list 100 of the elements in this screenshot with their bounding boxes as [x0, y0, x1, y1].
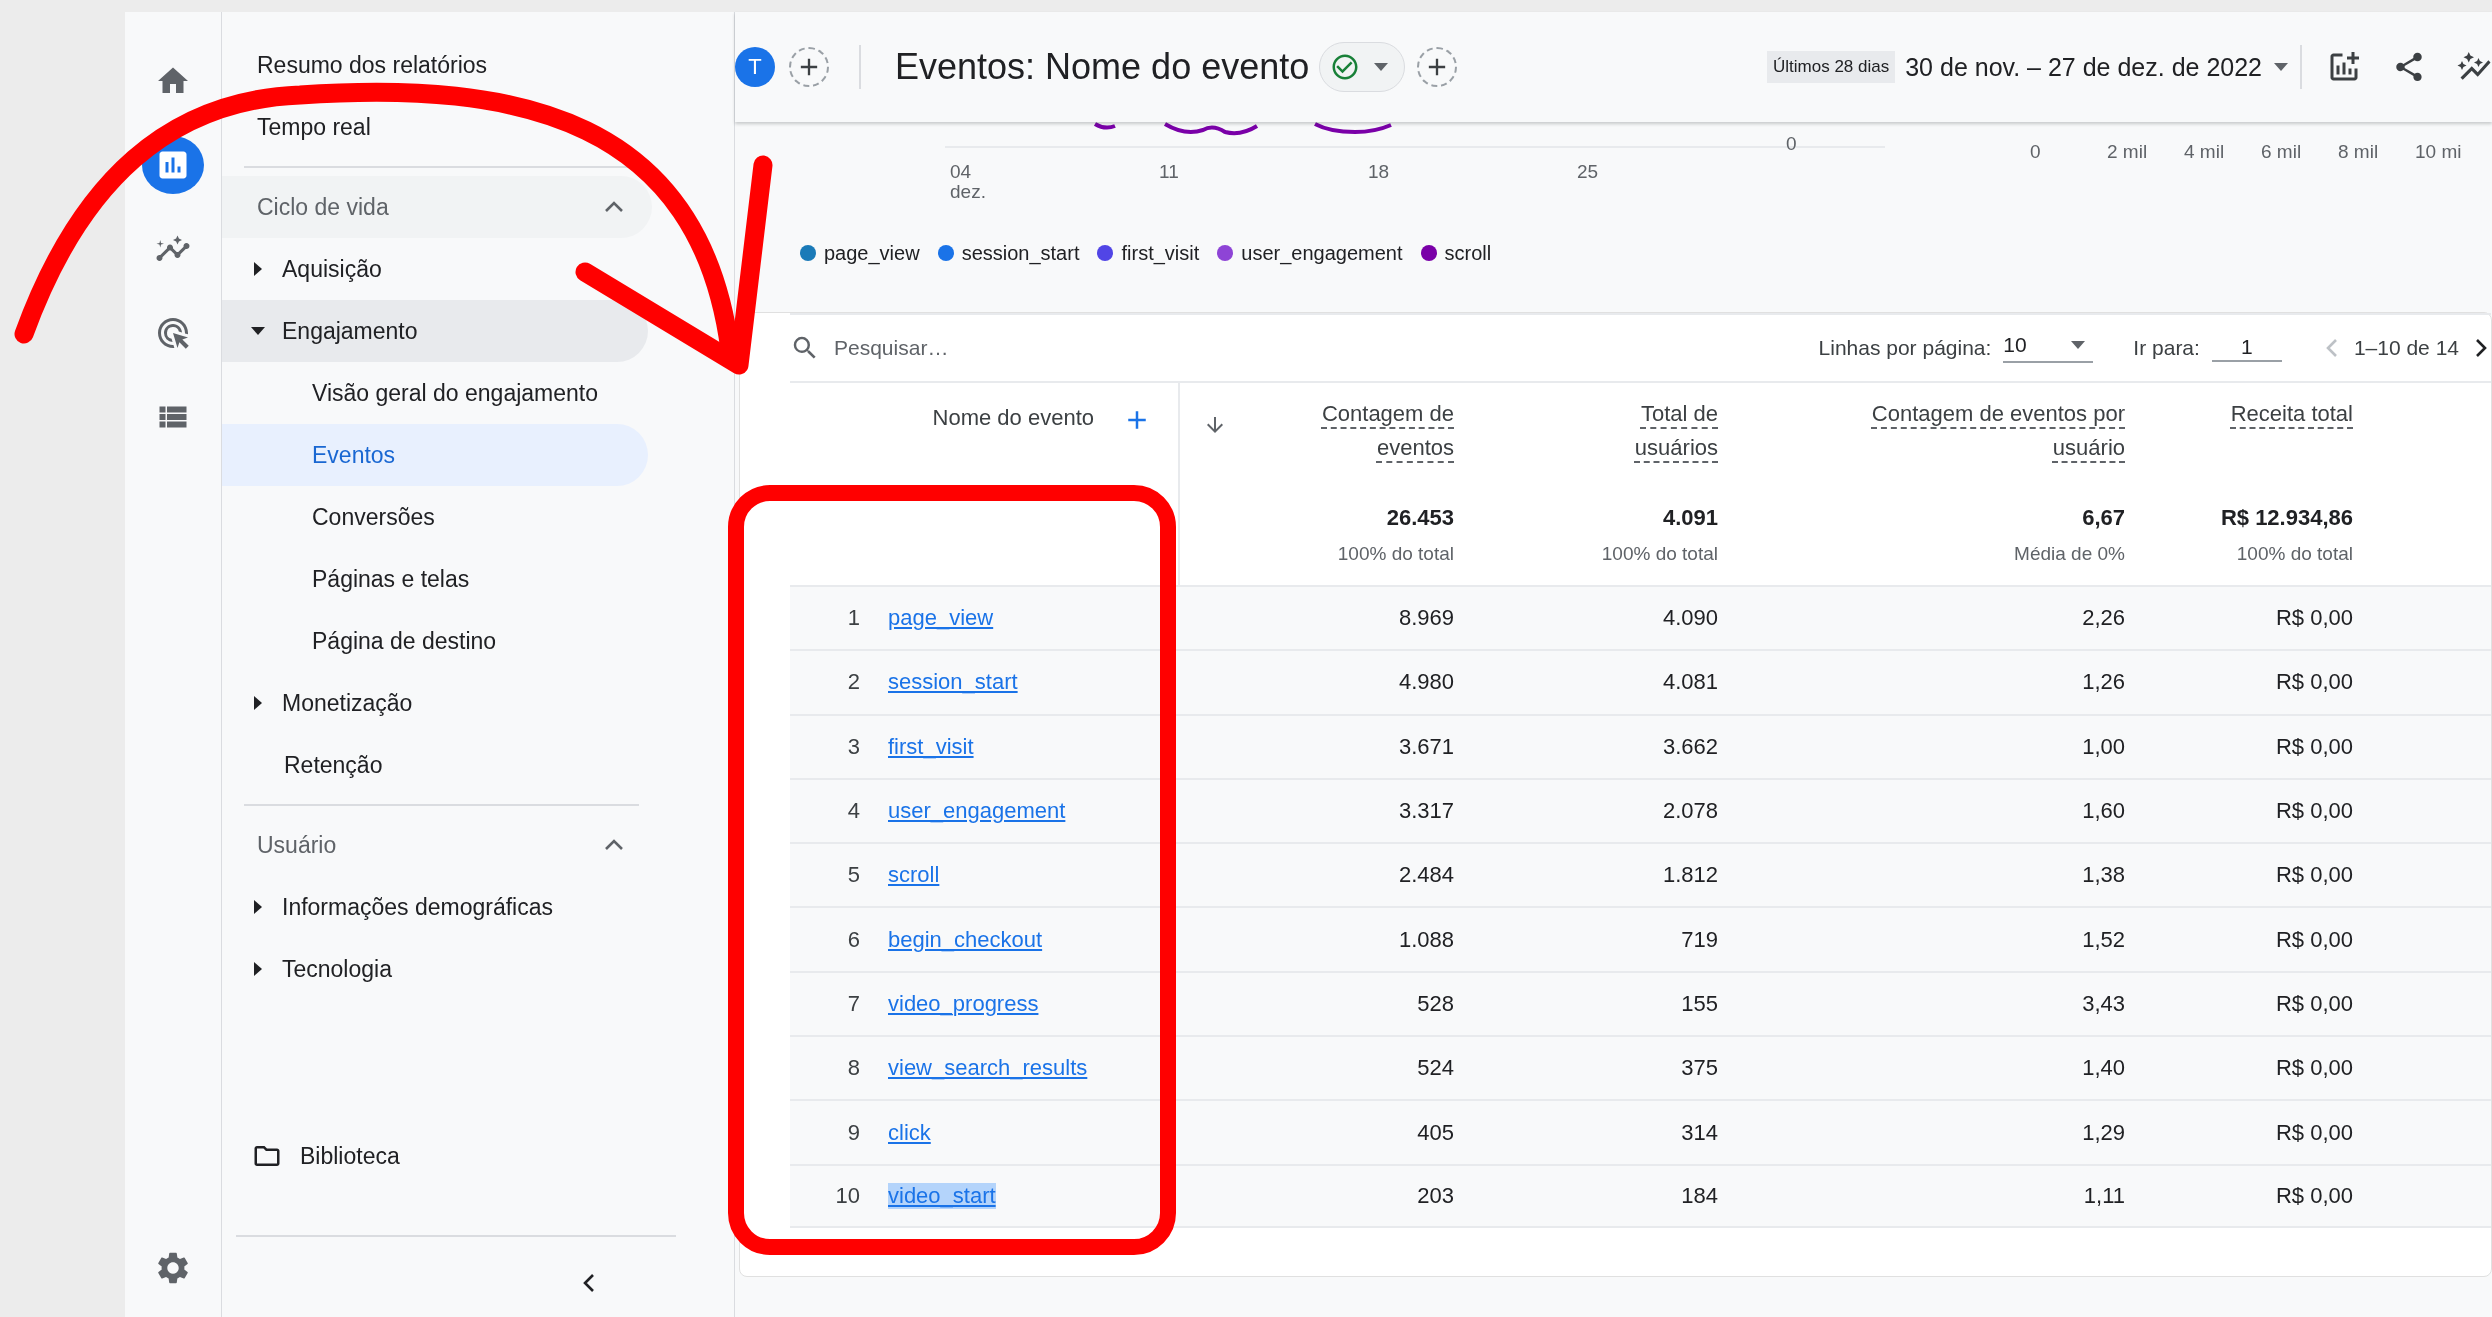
nav-group[interactable]: Tecnologia — [222, 938, 648, 1000]
table-cell-text: 203 — [1416, 1182, 1455, 1209]
table-cell-text: R$ 0,00 — [2274, 862, 2354, 889]
nav-item[interactable]: Páginas e telas — [222, 548, 648, 610]
event-name-link[interactable]: view_search_results — [888, 1055, 1088, 1082]
column-header[interactable]: Contagem de eventos por usuário — [1835, 397, 2125, 466]
library-link[interactable]: Biblioteca — [222, 1125, 734, 1187]
legend-label: scroll — [1444, 241, 1492, 265]
chevron-left-icon — [583, 1273, 595, 1293]
axis-tick-label: 6 mil — [2261, 142, 2302, 162]
table-cell-text: R$ 0,00 — [2274, 1055, 2354, 1082]
table-cell-text: 375 — [1680, 1055, 1719, 1082]
add-comparison-button[interactable] — [789, 47, 829, 87]
table-cell-text: R$ 0,00 — [2274, 669, 2354, 696]
total-note: 100% do total — [1337, 543, 1454, 565]
caret-down-icon — [2071, 341, 2086, 349]
caret-down-icon — [1374, 63, 1389, 71]
table-cell-text: 2,26 — [2081, 605, 2126, 632]
row-number: 8 — [846, 1055, 861, 1082]
event-name-link[interactable]: session_start — [888, 669, 1018, 696]
table-cell-text: 3,43 — [2081, 990, 2126, 1017]
total-value: 26.453 — [1386, 505, 1454, 531]
table-cell-text: 1,29 — [2081, 1119, 2126, 1146]
caret-down-icon — [2274, 63, 2288, 71]
rows-per-page-select[interactable]: 10 — [2003, 333, 2094, 363]
row-number: 6 — [846, 926, 861, 953]
total-value: 6,67 — [2082, 505, 2125, 531]
total-note: 100% do total — [1601, 543, 1718, 565]
nav-item[interactable]: Conversões — [222, 486, 648, 548]
nav-group[interactable]: Engajamento — [222, 300, 648, 362]
nav-section-header[interactable]: Ciclo de vida — [222, 176, 652, 238]
event-name-link[interactable]: first_visit — [888, 733, 974, 760]
axis-tick-label: 11 — [1159, 162, 1180, 182]
table-cell-text: 1.812 — [1661, 862, 1719, 889]
column-header[interactable]: Nome do evento — [932, 405, 1094, 431]
nav-item[interactable]: Visão geral do engajamento — [222, 362, 648, 424]
axis-tick-label: 04 — [950, 162, 973, 182]
table-cell-text: 1.088 — [1397, 926, 1455, 953]
row-number: 10 — [834, 1182, 861, 1209]
column-header[interactable]: Contagem de eventos — [1264, 397, 1454, 466]
legend-label: page_view — [824, 241, 920, 265]
table-cell-text: 1,00 — [2081, 733, 2126, 760]
table-cell-text: 8.969 — [1397, 605, 1455, 632]
event-name-link[interactable]: user_engagement — [888, 798, 1066, 825]
axis-tick-label: dez. — [950, 181, 987, 202]
row-number: 3 — [846, 733, 861, 760]
event-name-link[interactable]: begin_checkout — [888, 926, 1043, 953]
chevron-left-icon — [2325, 338, 2338, 358]
nav-item[interactable]: Página de destino — [222, 610, 648, 672]
event-name-link[interactable]: page_view — [888, 605, 994, 632]
nav-group[interactable]: Aquisição — [222, 238, 648, 300]
comparison-avatar[interactable]: T — [735, 47, 775, 87]
table-cell-text: 4.090 — [1661, 605, 1719, 632]
axis-tick-label: 2 mil — [2107, 142, 2148, 162]
nav-link[interactable]: Tempo real — [222, 96, 734, 158]
table-cell-text: R$ 0,00 — [2274, 990, 2354, 1017]
table-cell-text: 3.662 — [1661, 733, 1719, 760]
total-note: 100% do total — [2236, 543, 2353, 565]
nav-group[interactable]: Informações demográficas — [222, 876, 648, 938]
table-cell-text: 1,38 — [2081, 862, 2126, 889]
nav-item[interactable]: Retenção — [222, 734, 648, 796]
table-cell-text: R$ 0,00 — [2274, 1119, 2354, 1146]
go-to-label: Ir para: — [2133, 336, 2200, 360]
total-value: R$ 12.934,86 — [2220, 505, 2353, 531]
chevron-right-icon — [2475, 338, 2487, 358]
table-cell-text: 1,40 — [2081, 1055, 2126, 1082]
table-cell-text: R$ 0,00 — [2274, 733, 2354, 760]
nav-item[interactable]: Eventos — [222, 424, 648, 486]
go-to-field[interactable]: 1 — [2211, 334, 2282, 362]
event-name-link[interactable]: video_progress — [888, 990, 1039, 1017]
caret-down-icon — [251, 327, 265, 335]
status-chip[interactable] — [1319, 42, 1406, 92]
table-cell-text: 719 — [1680, 926, 1719, 953]
search-field[interactable]: Pesquisar… — [832, 335, 1132, 361]
column-header[interactable]: Total de usuários — [1588, 397, 1718, 466]
axis-tick-label: 0 — [2030, 142, 2041, 162]
cursor-click-icon — [155, 315, 191, 351]
axis-tick-label: 25 — [1577, 162, 1600, 182]
nav-section-header[interactable]: Usuário — [222, 814, 652, 876]
table-cell-text: 1,26 — [2081, 669, 2126, 696]
legend-label: user_engagement — [1241, 241, 1403, 265]
chevron-up-icon — [604, 201, 624, 213]
nav-group[interactable]: Monetização — [222, 672, 648, 734]
legend-label: first_visit — [1121, 241, 1200, 265]
total-value: 4.091 — [1662, 505, 1718, 531]
report-title: Eventos: Nome do evento — [895, 46, 1310, 88]
event-name-link[interactable]: scroll — [888, 862, 940, 889]
nav-link[interactable]: Resumo dos relatórios — [222, 34, 734, 96]
caret-right-icon — [254, 262, 262, 276]
row-number: 4 — [846, 798, 861, 825]
table-cell-text: 1,11 — [2082, 1182, 2126, 1209]
caret-right-icon — [254, 900, 262, 914]
column-header[interactable]: Receita total — [2230, 397, 2353, 432]
add-button[interactable] — [1417, 47, 1458, 87]
table-cell-text: 528 — [1416, 990, 1455, 1017]
table-cell-text: 4.980 — [1397, 669, 1455, 696]
chevron-up-icon — [604, 839, 624, 851]
event-name-link[interactable]: click — [888, 1119, 931, 1146]
table-cell-text: 1,52 — [2081, 926, 2126, 953]
date-range-button[interactable]: 30 de nov. – 27 de dez. de 2022 — [1905, 52, 2288, 82]
